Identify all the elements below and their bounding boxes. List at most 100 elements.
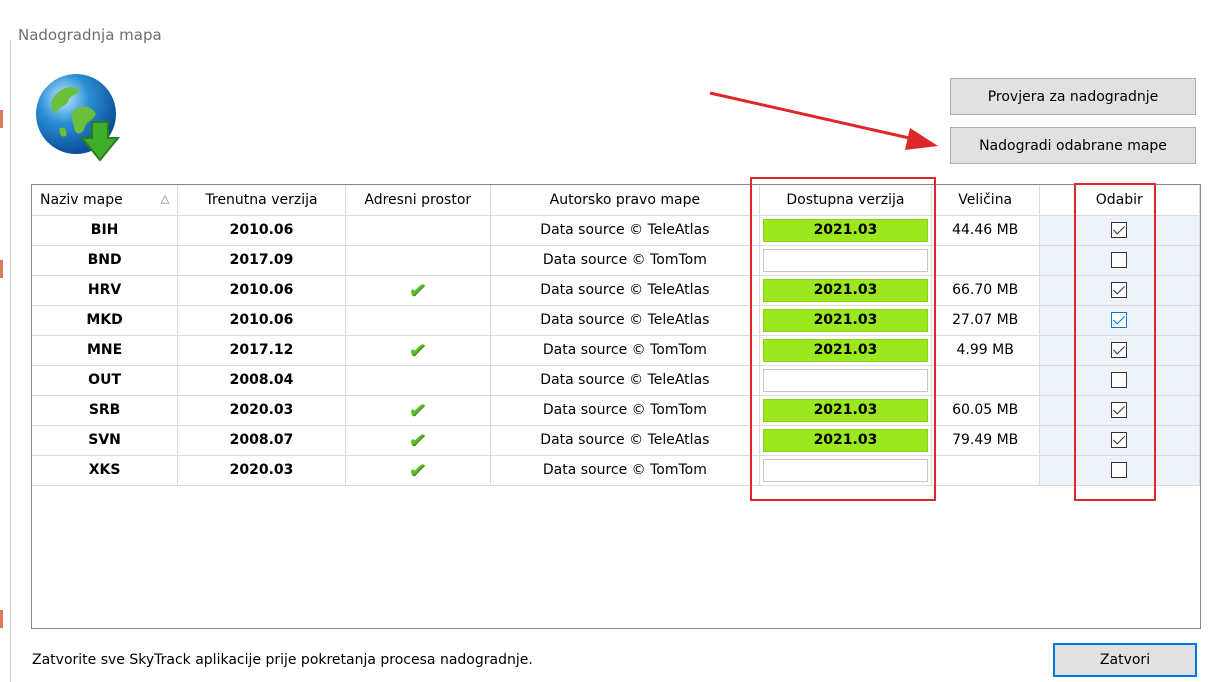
available-version-cell <box>759 455 932 486</box>
empty-row <box>32 545 1200 575</box>
select-checkbox[interactable] <box>1111 402 1128 418</box>
address-space-cell <box>345 215 491 246</box>
size-cell <box>931 365 1040 396</box>
address-space-cell <box>345 365 491 396</box>
current-version-cell: 2008.07 <box>177 425 346 456</box>
address-space-cell: ✔ <box>345 335 491 366</box>
empty-row <box>32 575 1200 605</box>
map-name-cell: XKS <box>32 455 179 486</box>
table-row[interactable]: BIH 2010.06 Data source © TeleAtlas 2021.03… <box>32 215 1200 246</box>
empty-row <box>32 515 1200 545</box>
sort-ascending-icon: △ <box>160 192 170 205</box>
address-space-cell: ✔ <box>345 455 491 486</box>
map-name-cell: HRV <box>32 275 179 306</box>
select-checkbox[interactable] <box>1111 312 1128 328</box>
available-version-cell <box>759 245 932 276</box>
current-version-cell: 2010.06 <box>177 275 346 306</box>
select-checkbox[interactable] <box>1111 342 1128 358</box>
copyright-cell: Data source © TeleAtlas <box>490 305 761 336</box>
green-check-icon: ✔ <box>407 458 429 482</box>
map-name-cell: MNE <box>32 335 179 366</box>
table-row[interactable]: SRB 2020.03 ✔ Data source © TomTom 2021.03 60… <box>32 395 1200 426</box>
map-name-cell: OUT <box>32 365 179 396</box>
size-cell <box>931 245 1040 276</box>
copyright-cell: Data source © TomTom <box>490 455 761 486</box>
column-header-name[interactable]: Naziv mape △ <box>32 185 179 216</box>
size-cell: 79.49 MB <box>931 425 1040 456</box>
select-checkbox[interactable] <box>1111 252 1128 268</box>
copyright-cell: Data source © TomTom <box>490 335 761 366</box>
address-space-cell <box>345 245 491 276</box>
select-cell[interactable] <box>1039 305 1200 336</box>
select-cell[interactable] <box>1039 275 1200 306</box>
current-version-cell: 2010.06 <box>177 215 346 246</box>
select-cell[interactable] <box>1039 215 1200 246</box>
column-header-select[interactable]: Odabir <box>1039 185 1200 216</box>
current-version-cell: 2008.04 <box>177 365 346 396</box>
address-space-cell <box>345 305 491 336</box>
current-version-cell: 2017.09 <box>177 245 346 276</box>
empty-row <box>32 485 1200 515</box>
table-row[interactable]: MNE 2017.12 ✔ Data source © TomTom 2021.03 4.… <box>32 335 1200 366</box>
available-version-cell: 2021.03 <box>759 335 932 366</box>
select-checkbox[interactable] <box>1111 222 1128 238</box>
available-version-cell <box>759 365 932 396</box>
select-checkbox[interactable] <box>1111 282 1128 298</box>
table-row[interactable]: XKS 2020.03 ✔ Data source © TomTom <box>32 455 1200 486</box>
available-version-cell: 2021.03 <box>759 275 932 306</box>
copyright-cell: Data source © TomTom <box>490 245 761 276</box>
close-button[interactable]: Zatvori <box>1053 643 1197 677</box>
select-checkbox[interactable] <box>1111 462 1128 478</box>
green-check-icon: ✔ <box>407 428 429 452</box>
green-check-icon: ✔ <box>407 278 429 302</box>
column-header-copyright[interactable]: Autorsko pravo mape <box>490 185 761 216</box>
table-row[interactable]: BND 2017.09 Data source © TomTom <box>32 245 1200 276</box>
column-header-address-space[interactable]: Adresni prostor <box>345 185 491 216</box>
check-updates-button[interactable]: Provjera za nadogradnje <box>950 78 1196 115</box>
current-version-cell: 2020.03 <box>177 395 346 426</box>
copyright-cell: Data source © TeleAtlas <box>490 425 761 456</box>
annotation-arrow <box>709 91 938 150</box>
upgrade-selected-button[interactable]: Nadogradi odabrane mape <box>950 127 1196 164</box>
available-version-cell: 2021.03 <box>759 425 932 456</box>
copyright-cell: Data source © TeleAtlas <box>490 215 761 246</box>
current-version-cell: 2017.12 <box>177 335 346 366</box>
address-space-cell: ✔ <box>345 395 491 426</box>
available-version-cell: 2021.03 <box>759 395 932 426</box>
table-row[interactable]: OUT 2008.04 Data source © TeleAtlas <box>32 365 1200 396</box>
select-cell[interactable] <box>1039 425 1200 456</box>
size-cell: 27.07 MB <box>931 305 1040 336</box>
window-title: Nadogradnja mapa <box>18 26 162 44</box>
column-header-available-version[interactable]: Dostupna verzija <box>759 185 932 216</box>
size-cell <box>931 455 1040 486</box>
select-cell[interactable] <box>1039 395 1200 426</box>
table-row[interactable]: MKD 2010.06 Data source © TeleAtlas 2021.03… <box>32 305 1200 336</box>
select-checkbox[interactable] <box>1111 372 1128 388</box>
copyright-cell: Data source © TeleAtlas <box>490 275 761 306</box>
table-row[interactable]: HRV 2010.06 ✔ Data source © TeleAtlas 2021.0… <box>32 275 1200 306</box>
select-cell[interactable] <box>1039 365 1200 396</box>
column-header-current-version[interactable]: Trenutna verzija <box>177 185 346 216</box>
address-space-cell: ✔ <box>345 425 491 456</box>
window-left-edge <box>0 0 12 682</box>
select-cell[interactable] <box>1039 335 1200 366</box>
size-cell: 60.05 MB <box>931 395 1040 426</box>
table-row[interactable]: SVN 2008.07 ✔ Data source © TeleAtlas 2021.0… <box>32 425 1200 456</box>
globe-download-icon <box>36 74 121 162</box>
column-header-size[interactable]: Veličina <box>931 185 1040 216</box>
select-checkbox[interactable] <box>1111 432 1128 448</box>
green-check-icon: ✔ <box>407 338 429 362</box>
size-cell: 4.99 MB <box>931 335 1040 366</box>
select-cell[interactable] <box>1039 455 1200 486</box>
map-name-cell: MKD <box>32 305 179 336</box>
available-version-cell: 2021.03 <box>759 215 932 246</box>
status-message: Zatvorite sve SkyTrack aplikacije prije … <box>32 652 533 668</box>
green-check-icon: ✔ <box>407 398 429 422</box>
maps-table[interactable]: Naziv mape △ Trenutna verzija Adresni pro… <box>31 184 1201 629</box>
map-name-cell: BIH <box>32 215 179 246</box>
select-cell[interactable] <box>1039 245 1200 276</box>
map-name-cell: SRB <box>32 395 179 426</box>
map-name-cell: SVN <box>32 425 179 456</box>
map-name-cell: BND <box>32 245 179 276</box>
address-space-cell: ✔ <box>345 275 491 306</box>
